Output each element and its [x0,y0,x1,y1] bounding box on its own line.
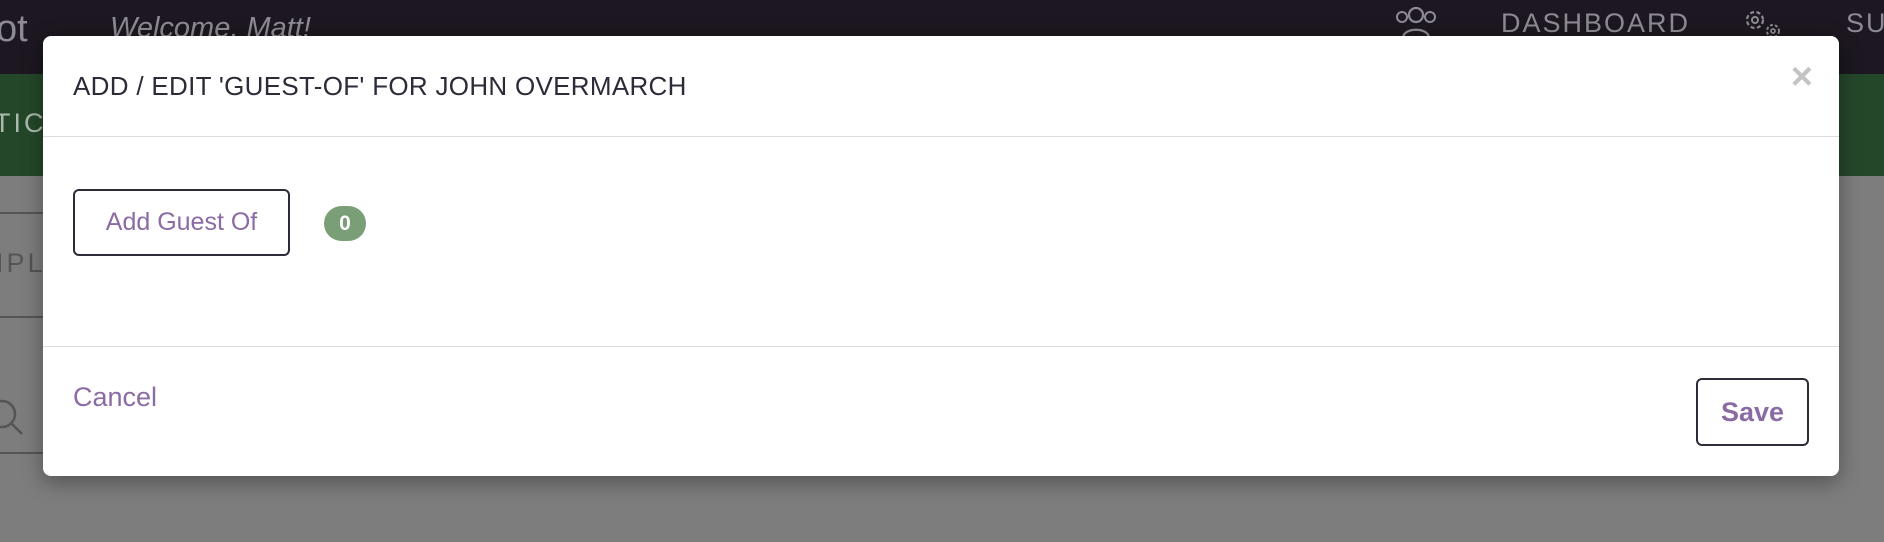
save-button[interactable]: Save [1696,378,1809,446]
add-guest-of-button[interactable]: Add Guest Of [73,189,290,256]
search-icon[interactable] [0,396,28,445]
modal-header: ADD / EDIT 'GUEST-OF' FOR JOHN OVERMARCH… [43,36,1839,137]
close-icon[interactable]: × [1791,58,1813,96]
nav-dashboard[interactable]: DASHBOARD [1501,8,1690,39]
field-label: IPL [0,248,46,278]
guest-of-modal: ADD / EDIT 'GUEST-OF' FOR JOHN OVERMARCH… [43,36,1839,476]
cancel-button[interactable]: Cancel [73,382,157,413]
logo[interactable]: ot [0,8,28,51]
modal-title: ADD / EDIT 'GUEST-OF' FOR JOHN OVERMARCH [73,71,687,101]
nav-support[interactable]: SU [1846,8,1884,39]
modal-body: Add Guest Of 0 [43,138,1839,347]
guest-count-badge: 0 [324,206,366,241]
